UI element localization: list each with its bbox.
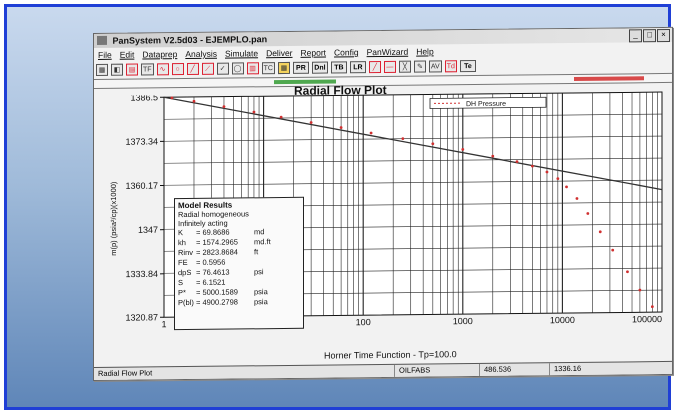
app-icon <box>97 35 107 45</box>
menu-file[interactable]: File <box>98 49 112 61</box>
ring-icon[interactable]: ◯ <box>231 61 244 75</box>
red-tool-icon[interactable]: ▤ <box>126 63 138 76</box>
x-tick-label: 1 <box>161 319 166 329</box>
flat-line-icon[interactable]: — <box>383 60 396 73</box>
model-param-unit: psia <box>254 287 268 297</box>
minimize-button[interactable]: _ <box>629 29 642 43</box>
y-axis-label: m(p) (psia²/cp)(x1000) <box>109 181 118 256</box>
y-tick-label: 1386.5 <box>130 92 158 102</box>
maximize-button[interactable]: □ <box>643 29 656 43</box>
model-param-name: kh <box>178 238 186 248</box>
x-tick-label: 10000 <box>550 315 575 325</box>
bar-icon[interactable]: ▥ <box>246 61 259 74</box>
y-tick-label: 1333.84 <box>125 269 158 279</box>
model-param-name: P* <box>178 288 186 298</box>
model-param-name: S <box>178 278 184 288</box>
model-param-unit <box>254 277 284 287</box>
model-param-name: FE <box>178 258 188 268</box>
model-results-panel: Model Results Radial homogeneous Infinit… <box>174 196 304 331</box>
check-icon[interactable]: ✓ <box>216 62 229 75</box>
model-param-name: dpS <box>178 267 192 278</box>
model-param-name: P(bl) <box>178 297 194 308</box>
tool-av-button[interactable]: AV <box>428 59 442 72</box>
model-param-name: Rinv <box>178 247 194 258</box>
model-param-name: K <box>178 228 184 238</box>
window-title: PanSystem V2.5d03 - EJEMPLO.pan <box>112 34 268 46</box>
model-param-unit: psi <box>254 267 264 277</box>
menu-deliver[interactable]: Deliver <box>266 47 292 59</box>
model-param-value: = 2823.8684 <box>196 247 238 257</box>
model-param-value: = 0.5956 <box>196 257 226 267</box>
close-button[interactable]: × <box>657 28 670 43</box>
circle-icon[interactable]: ○ <box>171 62 184 75</box>
pen-icon[interactable]: ✎ <box>413 60 426 73</box>
model-param-value: = 4900.2798 <box>196 297 238 307</box>
tool-tc-button[interactable]: TC <box>261 61 275 74</box>
legend-label: DH Pressure <box>466 101 506 108</box>
menu-config[interactable]: Config <box>334 46 359 58</box>
menu-help[interactable]: Help <box>416 45 433 57</box>
menu-dataprep[interactable]: Dataprep <box>142 48 177 60</box>
tool-dnl-button[interactable]: Dnl <box>311 61 328 74</box>
status-mode: OILFABS <box>394 364 431 377</box>
x-tick-label: 100 <box>356 317 371 327</box>
model-param-unit: psia <box>254 297 268 307</box>
status-y-readout: 1336.16 <box>549 362 582 376</box>
tool-te-button[interactable]: Te <box>459 59 476 72</box>
grid-icon[interactable]: ▦ <box>277 61 290 74</box>
model-param-unit: md <box>254 227 265 237</box>
x-tick-label: 1000 <box>453 316 473 326</box>
model-param-value: = 6.1521 <box>196 277 226 287</box>
tool-lr-button[interactable]: LR <box>349 60 366 73</box>
menu-report[interactable]: Report <box>301 47 327 59</box>
y-tick-label: 1347 <box>138 225 158 235</box>
model-param-row: P(bl) = 4900.2798 psia <box>178 297 300 308</box>
curve-icon[interactable]: ∿ <box>156 62 169 75</box>
y-tick-label: 1320.87 <box>125 312 158 322</box>
x-axis-label: Horner Time Function - Tp=100.0 <box>324 349 457 360</box>
menu-analysis[interactable]: Analysis <box>185 48 217 60</box>
tool-tb-button[interactable]: TB <box>330 60 347 74</box>
model-param-unit: md.ft <box>254 237 271 247</box>
model-param-unit <box>254 257 284 267</box>
status-plot-name: Radial Flow Plot <box>98 368 153 378</box>
crosshair-icon[interactable]: ╳ <box>398 60 411 73</box>
model-param-value: = 69.8686 <box>196 227 230 237</box>
model-param-unit: ft <box>254 247 259 257</box>
model-param-value: = 5000.1589 <box>196 287 238 297</box>
line-icon[interactable]: ╱ <box>186 62 199 75</box>
slide-frame: PanSystem V2.5d03 - EJEMPLO.pan _ □ × Fi… <box>4 4 673 410</box>
y-tick-label: 1373.34 <box>125 136 158 146</box>
status-x-readout: 486.536 <box>479 363 512 376</box>
menu-panwizard[interactable]: PanWizard <box>367 46 409 58</box>
red-range-marker[interactable] <box>574 76 644 81</box>
tool-td-button[interactable]: Td <box>444 59 457 72</box>
view-icon[interactable]: ◧ <box>111 63 123 76</box>
x-tick-label: 100000 <box>632 314 662 324</box>
menu-simulate[interactable]: Simulate <box>225 47 258 59</box>
diagonal-icon[interactable]: ╱ <box>368 60 381 73</box>
y-tick-label: 1360.17 <box>125 181 158 191</box>
tool-pr-button[interactable]: PR <box>292 61 309 74</box>
graph-icon[interactable]: ▦ <box>96 63 108 76</box>
pansystem-window: PanSystem V2.5d03 - EJEMPLO.pan _ □ × Fi… <box>93 26 673 382</box>
model-param-value: = 76.4613 <box>196 267 230 277</box>
model-param-value: = 1574.2965 <box>196 237 238 247</box>
y-tick-labels: 1386.5 1373.34 1360.17 1347 1333.84 1320.87 <box>125 92 164 323</box>
slope-icon[interactable]: ⟋ <box>201 62 214 75</box>
menu-edit[interactable]: Edit <box>120 49 135 61</box>
tool-tf-button[interactable]: TF <box>141 62 154 75</box>
